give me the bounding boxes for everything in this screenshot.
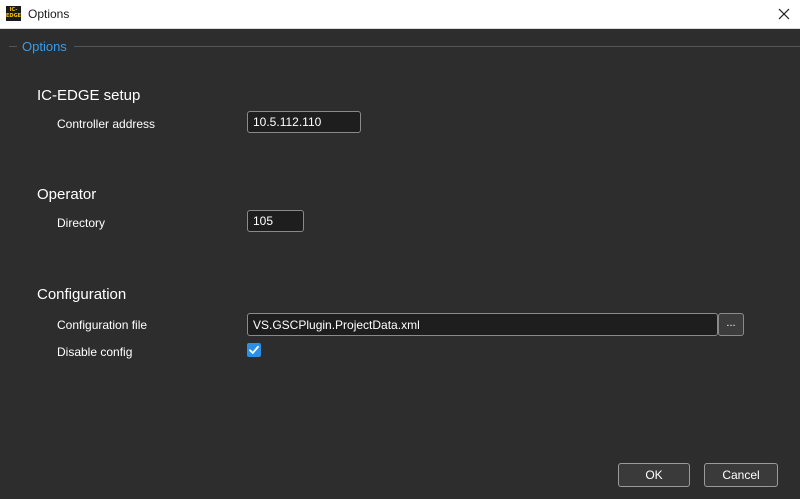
- directory-label: Directory: [57, 216, 106, 230]
- group-divider-left: [9, 46, 17, 47]
- ok-button[interactable]: OK: [618, 463, 690, 487]
- controller-address-input[interactable]: [247, 111, 361, 133]
- icedge-setup-heading: IC-EDGE setup: [37, 87, 141, 104]
- options-window: IC- EDGE Options Options IC-EDGE setup Co…: [0, 0, 800, 499]
- controller-address-label: Controller address: [57, 117, 156, 131]
- disable-config-checkbox[interactable]: [247, 343, 261, 357]
- window-title: Options: [28, 7, 70, 21]
- browse-button[interactable]: ...: [718, 313, 744, 336]
- configuration-file-label: Configuration file: [57, 318, 148, 332]
- app-logo-icon: IC- EDGE: [6, 6, 21, 21]
- configuration-file-input[interactable]: [247, 313, 718, 336]
- options-group-title: Options: [22, 39, 67, 54]
- group-divider-right: [74, 46, 800, 47]
- disable-config-label: Disable config: [57, 345, 133, 359]
- configuration-heading: Configuration: [37, 286, 127, 303]
- options-group-header: Options: [0, 38, 800, 56]
- cancel-button[interactable]: Cancel: [704, 463, 778, 487]
- close-button[interactable]: [774, 4, 794, 24]
- checkmark-icon: [249, 345, 259, 354]
- close-icon: [778, 8, 790, 20]
- operator-heading: Operator: [37, 186, 97, 203]
- directory-input[interactable]: [247, 210, 304, 232]
- title-bar: IC- EDGE Options: [0, 0, 800, 29]
